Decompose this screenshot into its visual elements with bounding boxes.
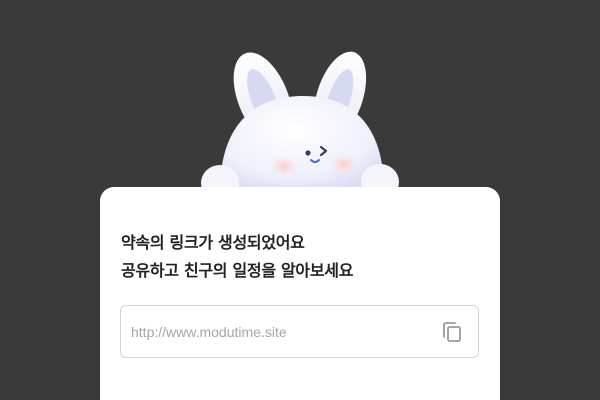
share-link-modal: 약속의 링크가 생성되었어요 공유하고 친구의 일정을 알아보세요: [100, 187, 500, 400]
modal-title: 약속의 링크가 생성되었어요 공유하고 친구의 일정을 알아보세요: [121, 229, 353, 285]
copy-link-button[interactable]: [439, 319, 465, 345]
rabbit-mascot: [198, 46, 402, 206]
rabbit-left-eye: [305, 150, 311, 156]
rabbit-right-cheek: [330, 154, 358, 174]
modal-title-line-1: 약속의 링크가 생성되었어요: [121, 233, 305, 252]
copy-icon: [443, 322, 461, 342]
link-field: [120, 305, 479, 358]
link-input[interactable]: [131, 319, 421, 345]
rabbit-left-cheek: [270, 156, 298, 176]
modal-title-line-2: 공유하고 친구의 일정을 알아보세요: [121, 261, 354, 280]
